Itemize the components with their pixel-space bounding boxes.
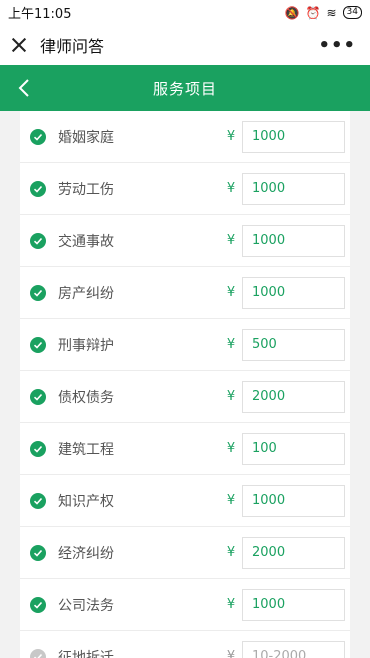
service-name: 征地拆迁 <box>58 649 114 658</box>
more-menu-icon[interactable]: ••• <box>318 35 360 56</box>
currency-symbol: ¥ <box>226 597 236 612</box>
checked-circle-icon[interactable] <box>30 128 46 145</box>
price-input[interactable] <box>242 380 345 413</box>
price-input[interactable] <box>242 120 345 153</box>
price-input[interactable] <box>242 172 345 205</box>
checked-circle-icon[interactable] <box>30 492 46 509</box>
service-list: 婚姻家庭 ¥ 劳动工伤 ¥ 交通事故 ¥ 房产纠纷 ¥ 刑事辩护 ¥ 债权债务 ¥ 建筑工程 ¥ 知识产权 ¥… <box>20 111 350 658</box>
back-icon[interactable] <box>14 77 36 99</box>
currency-symbol: ¥ <box>226 233 236 248</box>
price-input[interactable] <box>242 588 345 621</box>
price-input[interactable] <box>242 432 345 465</box>
currency-symbol: ¥ <box>226 545 236 560</box>
price-input[interactable] <box>242 328 345 361</box>
service-row[interactable]: 建筑工程 ¥ <box>20 423 350 475</box>
checked-circle-icon[interactable] <box>30 388 46 405</box>
service-row[interactable]: 婚姻家庭 ¥ <box>20 111 350 163</box>
close-icon[interactable] <box>10 36 28 54</box>
price-input[interactable] <box>242 224 345 257</box>
service-name: 婚姻家庭 <box>58 129 114 146</box>
service-name: 债权债务 <box>58 389 114 406</box>
wifi-icon: ≋ <box>326 5 337 20</box>
service-name: 劳动工伤 <box>58 181 114 198</box>
service-name: 经济纠纷 <box>58 545 114 562</box>
service-row[interactable]: 知识产权 ¥ <box>20 475 350 527</box>
currency-symbol: ¥ <box>226 129 236 144</box>
currency-symbol: ¥ <box>226 181 236 196</box>
service-name: 建筑工程 <box>58 441 114 458</box>
page-title: 服务项目 <box>152 79 217 98</box>
checked-circle-icon[interactable] <box>30 544 46 561</box>
service-row[interactable]: 劳动工伤 ¥ <box>20 163 350 215</box>
app-header: 服务项目 <box>0 65 370 111</box>
service-name: 公司法务 <box>58 597 114 614</box>
checked-circle-icon[interactable] <box>30 596 46 613</box>
alarm-icon: ⏰ <box>305 5 321 20</box>
service-row[interactable]: 房产纠纷 ¥ <box>20 267 350 319</box>
status-icons: 🔕 ⏰ ≋ 34 <box>285 6 362 19</box>
currency-symbol: ¥ <box>226 337 236 352</box>
service-row[interactable]: 经济纠纷 ¥ <box>20 527 350 579</box>
currency-symbol: ¥ <box>226 493 236 508</box>
service-row[interactable]: 交通事故 ¥ <box>20 215 350 267</box>
wechat-page-title: 律师问答 <box>40 37 105 56</box>
service-row[interactable]: 债权债务 ¥ <box>20 371 350 423</box>
unchecked-circle-icon[interactable] <box>30 648 46 658</box>
service-name: 知识产权 <box>58 493 114 510</box>
checked-circle-icon[interactable] <box>30 284 46 301</box>
checked-circle-icon[interactable] <box>30 180 46 197</box>
currency-symbol: ¥ <box>226 649 236 658</box>
status-time: 上午11:05 <box>8 7 72 22</box>
service-name: 房产纠纷 <box>58 285 114 302</box>
mute-icon: 🔕 <box>284 5 300 20</box>
price-input[interactable] <box>242 640 345 658</box>
service-name: 交通事故 <box>58 233 114 250</box>
currency-symbol: ¥ <box>226 389 236 404</box>
status-bar: 上午11:05 🔕 ⏰ ≋ 34 <box>0 0 370 25</box>
wechat-title-bar: 律师问答 ••• <box>0 25 370 65</box>
checked-circle-icon[interactable] <box>30 336 46 353</box>
service-row[interactable]: 征地拆迁 ¥ <box>20 631 350 658</box>
checked-circle-icon[interactable] <box>30 440 46 457</box>
currency-symbol: ¥ <box>226 441 236 456</box>
service-row[interactable]: 刑事辩护 ¥ <box>20 319 350 371</box>
service-name: 刑事辩护 <box>58 337 114 354</box>
price-input[interactable] <box>242 276 345 309</box>
service-row[interactable]: 公司法务 ¥ <box>20 579 350 631</box>
price-input[interactable] <box>242 536 345 569</box>
currency-symbol: ¥ <box>226 285 236 300</box>
checked-circle-icon[interactable] <box>30 232 46 249</box>
price-input[interactable] <box>242 484 345 517</box>
battery-icon: 34 <box>342 6 362 19</box>
